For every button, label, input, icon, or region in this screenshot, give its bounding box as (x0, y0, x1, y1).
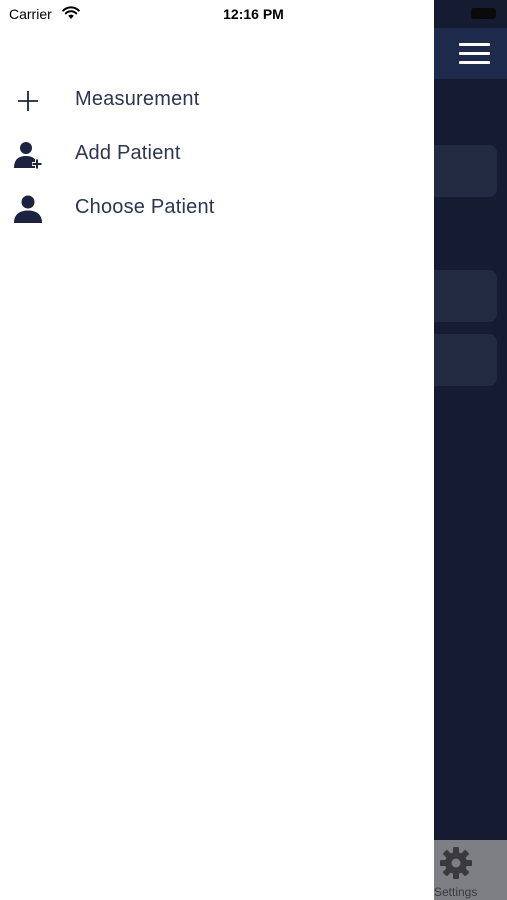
carrier-label: Carrier (9, 6, 52, 22)
menu-item-label: Choose Patient (75, 196, 215, 218)
wifi-icon (62, 6, 80, 19)
add-user-icon (12, 140, 44, 170)
side-drawer: Carrier Measurement Add Patient Choose P… (0, 0, 434, 900)
menu-item-measurement[interactable]: Measurement (0, 74, 434, 128)
tab-settings-label: Settings (434, 885, 478, 899)
hamburger-line (458, 52, 490, 55)
hamburger-line (458, 61, 490, 64)
battery-icon (471, 8, 496, 19)
plus-icon (12, 86, 44, 116)
tab-settings[interactable]: Settings (432, 840, 480, 900)
menu-item-label: Add Patient (75, 142, 181, 164)
menu-item-add-patient[interactable]: Add Patient (0, 128, 434, 182)
user-icon (12, 194, 44, 224)
menu-item-label: Measurement (75, 88, 200, 110)
hamburger-line (458, 43, 490, 46)
menu-item-choose-patient[interactable]: Choose Patient (0, 182, 434, 236)
gear-icon (440, 847, 472, 879)
hamburger-menu-button[interactable] (448, 28, 500, 79)
status-bar: Carrier (0, 0, 434, 28)
